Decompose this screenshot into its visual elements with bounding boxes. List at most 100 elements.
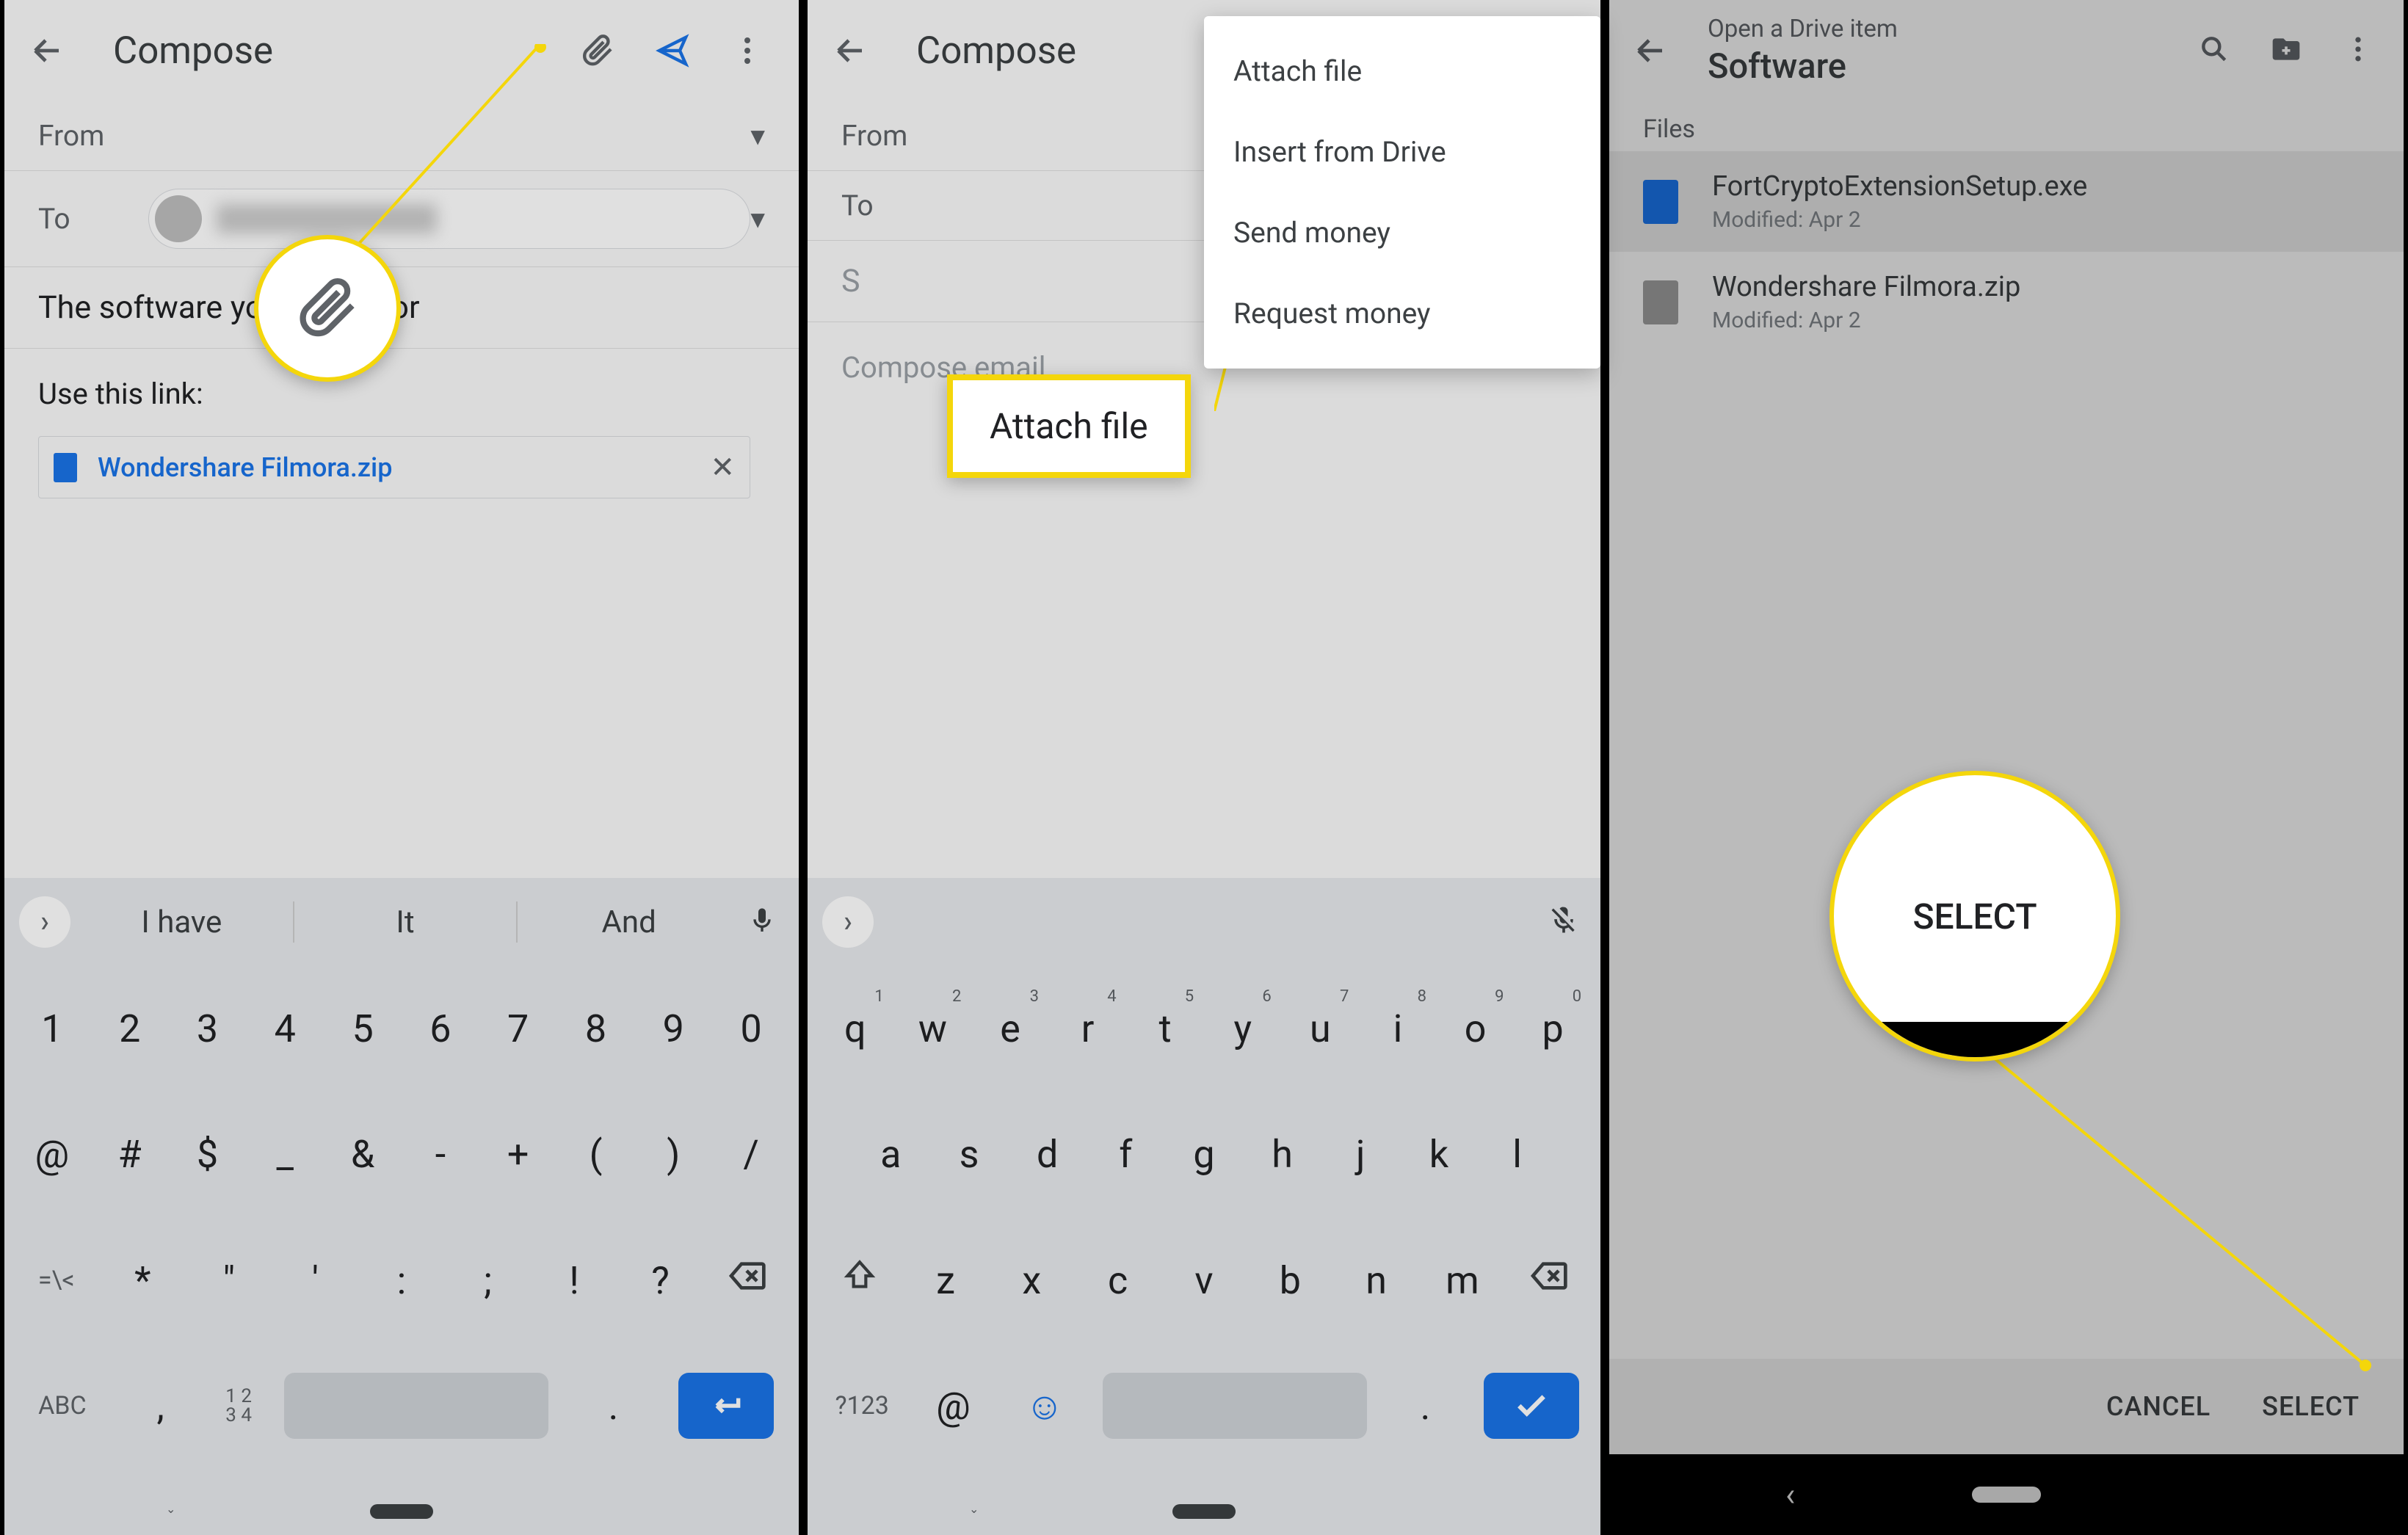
menu-request-money[interactable]: Request money (1204, 273, 1600, 354)
key[interactable]: + (485, 1132, 551, 1177)
key[interactable]: n (1343, 1258, 1410, 1303)
key[interactable]: - (407, 1132, 474, 1177)
key-done[interactable] (1484, 1373, 1579, 1439)
mic-off-icon[interactable] (1542, 904, 1586, 940)
emoji-icon[interactable]: ☺ (1012, 1384, 1078, 1429)
nav-pill[interactable] (1972, 1487, 2041, 1503)
key[interactable]: _ (252, 1132, 318, 1177)
key[interactable]: ' (282, 1258, 348, 1303)
mic-icon[interactable] (740, 906, 784, 938)
menu-insert-drive[interactable]: Insert from Drive (1204, 112, 1600, 192)
key[interactable]: 3e (977, 1006, 1043, 1051)
key[interactable]: & (330, 1132, 396, 1177)
key[interactable]: @ (19, 1132, 85, 1177)
key[interactable]: a (857, 1132, 924, 1177)
attachment-chip[interactable]: Wondershare Filmora.zip ✕ (38, 436, 750, 498)
key-symbols[interactable]: ?123 (829, 1391, 895, 1420)
key[interactable]: g (1171, 1132, 1237, 1177)
more-icon[interactable] (2342, 33, 2383, 68)
key[interactable]: v (1171, 1258, 1237, 1303)
key[interactable]: l (1484, 1132, 1551, 1177)
nav-pill[interactable] (1172, 1504, 1236, 1519)
search-icon[interactable] (2198, 33, 2239, 68)
back-icon[interactable] (828, 29, 872, 73)
key[interactable]: b (1257, 1258, 1323, 1303)
back-icon[interactable] (25, 29, 69, 73)
key-space[interactable] (284, 1373, 548, 1439)
key-symbols[interactable]: =\< (23, 1266, 90, 1295)
new-folder-icon[interactable] (2270, 33, 2311, 68)
menu-send-money[interactable]: Send money (1204, 192, 1600, 273)
key[interactable]: 7u (1287, 1006, 1353, 1051)
key[interactable]: 3 (174, 1006, 240, 1051)
file-row[interactable]: FortCryptoExtensionSetup.exe Modified: A… (1609, 151, 2404, 252)
key[interactable]: 8i (1365, 1006, 1431, 1051)
key-abc[interactable]: ABC (29, 1391, 95, 1420)
key-enter[interactable] (678, 1373, 774, 1439)
key-comma[interactable]: , (128, 1384, 194, 1429)
key[interactable]: 4 (252, 1006, 318, 1051)
key[interactable]: x (998, 1258, 1065, 1303)
suggestion[interactable]: And (518, 904, 740, 940)
key[interactable]: s (936, 1132, 1002, 1177)
key[interactable]: 9 (640, 1006, 706, 1051)
key[interactable]: 0p (1520, 1006, 1586, 1051)
menu-attach-file[interactable]: Attach file (1204, 31, 1600, 112)
key[interactable]: j (1327, 1132, 1393, 1177)
key[interactable]: 9o (1443, 1006, 1509, 1051)
key[interactable]: 8 (562, 1006, 628, 1051)
backspace-icon[interactable] (1515, 1255, 1581, 1306)
attach-icon[interactable] (576, 29, 620, 73)
key[interactable]: c (1085, 1258, 1151, 1303)
key[interactable]: z (913, 1258, 979, 1303)
file-row[interactable]: Wondershare Filmora.zip Modified: Apr 2 (1609, 252, 2404, 352)
suggestion[interactable]: It (294, 904, 517, 940)
key[interactable]: 5t (1132, 1006, 1198, 1051)
key[interactable]: 1 (19, 1006, 85, 1051)
key[interactable]: # (97, 1132, 163, 1177)
key[interactable]: ? (628, 1258, 694, 1303)
key[interactable]: / (718, 1132, 784, 1177)
nav-back-icon[interactable]: ‹ (1785, 1476, 1795, 1514)
expand-suggestions-icon[interactable]: ❯ (19, 896, 70, 948)
backspace-icon[interactable] (714, 1255, 780, 1306)
key[interactable]: 2 (97, 1006, 163, 1051)
key-numpad[interactable]: 1 23 4 (225, 1387, 252, 1425)
key[interactable]: m (1429, 1258, 1495, 1303)
key-period[interactable]: . (580, 1384, 646, 1429)
suggestion[interactable]: I have (70, 904, 293, 940)
key[interactable]: h (1250, 1132, 1316, 1177)
key-space[interactable] (1103, 1373, 1367, 1439)
key[interactable]: 4r (1055, 1006, 1121, 1051)
key[interactable]: * (109, 1258, 175, 1303)
key[interactable]: : (369, 1258, 435, 1303)
key[interactable]: 1q (822, 1006, 888, 1051)
cancel-button[interactable]: CANCEL (2106, 1391, 2211, 1422)
key[interactable]: d (1015, 1132, 1081, 1177)
key[interactable]: f (1092, 1132, 1158, 1177)
key[interactable]: k (1406, 1132, 1472, 1177)
more-icon[interactable] (725, 29, 769, 73)
back-icon[interactable] (1630, 29, 1671, 73)
shift-icon[interactable] (827, 1258, 893, 1304)
select-button[interactable]: SELECT (2262, 1391, 2360, 1422)
body-field[interactable]: Use this link: (4, 349, 799, 426)
key[interactable]: $ (174, 1132, 240, 1177)
expand-suggestions-icon[interactable]: ❯ (822, 896, 874, 948)
send-icon[interactable] (650, 29, 695, 73)
key[interactable]: " (196, 1258, 262, 1303)
key-period[interactable]: . (1392, 1384, 1458, 1429)
key-at[interactable]: @ (920, 1384, 986, 1429)
key[interactable]: 7 (485, 1006, 551, 1051)
remove-attachment-icon[interactable]: ✕ (710, 450, 735, 485)
key[interactable]: 6 (407, 1006, 474, 1051)
key[interactable]: ( (562, 1132, 628, 1177)
key[interactable]: 0 (718, 1006, 784, 1051)
key[interactable]: 5 (330, 1006, 396, 1051)
nav-pill[interactable] (370, 1504, 433, 1519)
key[interactable]: ! (541, 1258, 607, 1303)
key[interactable]: 2w (899, 1006, 965, 1051)
key[interactable]: ; (455, 1258, 521, 1303)
keyboard-collapse-icon[interactable]: ⌄ (969, 1502, 979, 1516)
keyboard-collapse-icon[interactable]: ⌄ (166, 1502, 175, 1516)
